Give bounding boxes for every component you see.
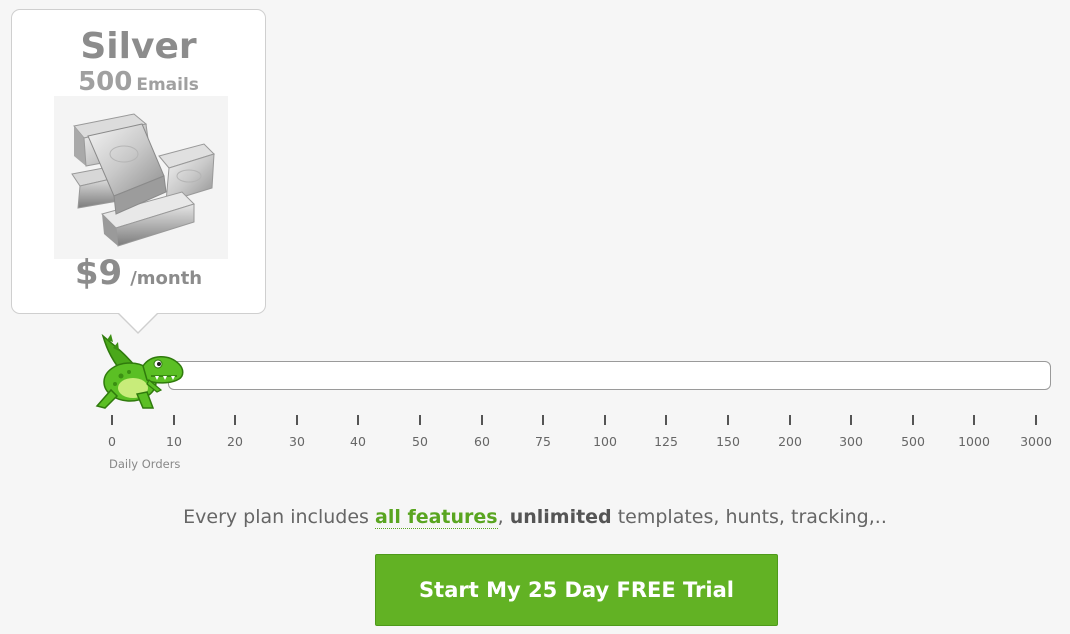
slider-tick-label[interactable]: 300 (821, 434, 881, 449)
features-text: Every plan includes all features, unlimi… (0, 506, 1070, 529)
slider-tick-label[interactable]: 30 (267, 434, 327, 449)
plan-quota-unit: Emails (136, 75, 199, 95)
slider-tick-label[interactable]: 150 (698, 434, 758, 449)
plan-card: Silver 500 Emails $9 /month (11, 9, 266, 334)
slider-tick-label[interactable]: 100 (575, 434, 635, 449)
features-emphasis: unlimited (509, 506, 612, 528)
slider-tick-label[interactable]: 50 (390, 434, 450, 449)
slider-tick (1035, 415, 1037, 425)
features-prefix: Every plan includes (183, 506, 375, 528)
slider-tick (665, 415, 667, 425)
orders-slider-track[interactable] (168, 361, 1051, 390)
slider-tick (481, 415, 483, 425)
start-trial-button[interactable]: Start My 25 Day FREE Trial (375, 554, 778, 626)
slider-tick (727, 415, 729, 425)
plan-quota-number: 500 (78, 67, 133, 97)
slider-tick (604, 415, 606, 425)
slider-tick (419, 415, 421, 425)
features-comma: , (497, 506, 510, 528)
plan-name: Silver (80, 26, 197, 67)
slider-tick (912, 415, 914, 425)
silver-bars-icon (54, 96, 228, 259)
dinosaur-icon[interactable] (85, 332, 189, 412)
slider-tick-label[interactable]: 1000 (944, 434, 1004, 449)
plan-price: $9/month (12, 251, 265, 301)
slider-tick (973, 415, 975, 425)
slider-tick (296, 415, 298, 425)
slider-tick-label[interactable]: 0 (82, 434, 142, 449)
slider-tick (357, 415, 359, 425)
slider-tick-label[interactable]: 20 (205, 434, 265, 449)
slider-tick (850, 415, 852, 425)
plan-price-period: /month (130, 268, 203, 289)
slider-tick-label[interactable]: 125 (636, 434, 696, 449)
slider-tick-label[interactable]: 10 (144, 434, 204, 449)
slider-axis-caption: Daily Orders (109, 457, 181, 471)
slider-tick (234, 415, 236, 425)
features-suffix: templates, hunts, tracking,.. (611, 506, 887, 528)
slider-tick-label[interactable]: 3000 (1006, 434, 1066, 449)
slider-tick (542, 415, 544, 425)
slider-tick-label[interactable]: 75 (513, 434, 573, 449)
slider-tick (111, 415, 113, 425)
all-features-link[interactable]: all features (375, 506, 498, 529)
slider-tick-label[interactable]: 40 (328, 434, 388, 449)
slider-tick-label[interactable]: 60 (452, 434, 512, 449)
slider-tick-label[interactable]: 200 (760, 434, 820, 449)
slider-tick (173, 415, 175, 425)
slider-tick (789, 415, 791, 425)
plan-price-amount: $9 (74, 253, 123, 293)
slider-tick-label[interactable]: 500 (883, 434, 943, 449)
card-pointer (118, 312, 158, 332)
